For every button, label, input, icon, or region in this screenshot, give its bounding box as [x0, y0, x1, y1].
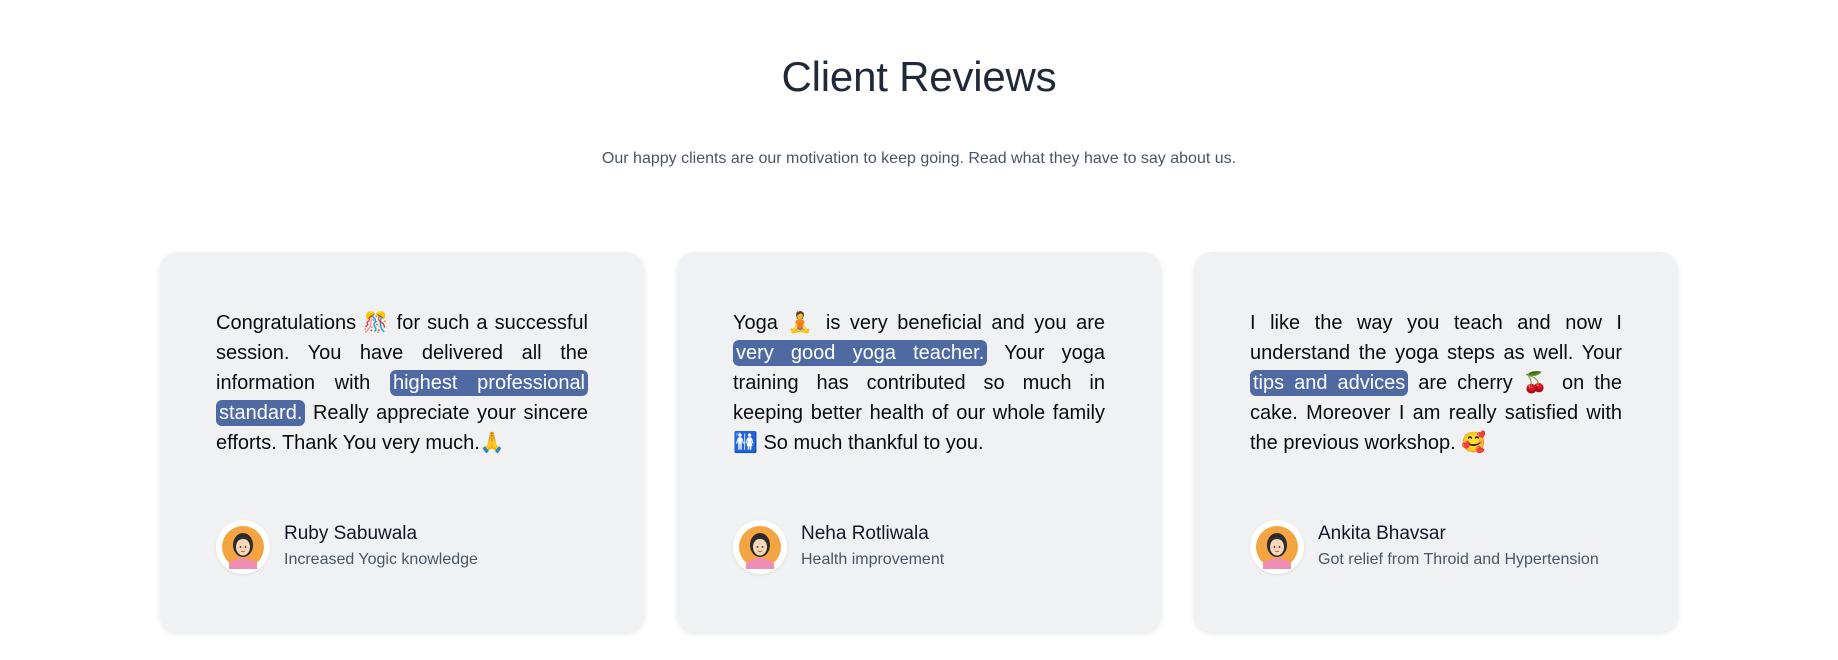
review-author: Ankita Bhavsar Got relief from Throid an… [1250, 520, 1599, 574]
author-role: Got relief from Throid and Hypertension [1318, 551, 1599, 568]
review-highlight: tips and advices [1250, 370, 1409, 396]
review-text-start: Yoga 🧘 is very beneficial and you are [733, 312, 1105, 334]
author-role: Increased Yogic knowledge [284, 551, 478, 568]
client-reviews-section: Client Reviews Our happy clients are our… [0, 0, 1838, 660]
section-title: Client Reviews [781, 53, 1057, 100]
review-text-start: I like the way you teach and now I under… [1250, 312, 1622, 364]
author-info: Neha Rotliwala Health improvement [801, 522, 944, 572]
review-card: I like the way you teach and now I under… [1194, 252, 1678, 632]
woman-avatar-icon [1250, 520, 1304, 574]
review-card: Congratulations 🎊 for such a successful … [160, 252, 644, 632]
review-author: Ruby Sabuwala Increased Yogic knowledge [216, 520, 478, 574]
section-subtitle: Our happy clients are our motivation to … [601, 150, 1237, 167]
author-name: Ruby Sabuwala [284, 523, 418, 544]
author-info: Ankita Bhavsar Got relief from Throid an… [1318, 522, 1599, 572]
author-info: Ruby Sabuwala Increased Yogic knowledge [284, 522, 478, 572]
author-name: Neha Rotliwala [801, 523, 929, 544]
woman-avatar-icon [733, 520, 787, 574]
review-text: I like the way you teach and now I under… [1250, 308, 1622, 488]
review-highlight: very good yoga teacher. [733, 340, 988, 366]
review-author: Neha Rotliwala Health improvement [733, 520, 944, 574]
review-text: Yoga 🧘 is very beneficial and you are ve… [733, 308, 1105, 488]
woman-avatar-icon [216, 520, 270, 574]
reviews-list: Congratulations 🎊 for such a successful … [160, 252, 1678, 632]
author-role: Health improvement [801, 551, 945, 568]
review-text: Congratulations 🎊 for such a successful … [216, 308, 589, 488]
author-name: Ankita Bhavsar [1318, 523, 1446, 544]
review-card: Yoga 🧘 is very beneficial and you are ve… [677, 252, 1161, 632]
